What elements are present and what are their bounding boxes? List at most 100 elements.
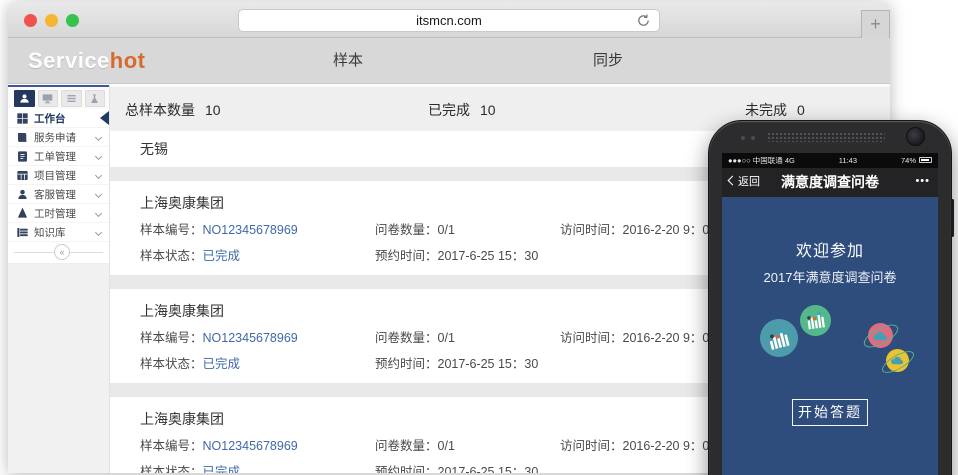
phone-screen: ●●●○○ 中国联通 4G 11:43 74% 返回 满意度调查问卷 ••• 欢…	[722, 153, 938, 475]
survey-title: 满意度调查问卷	[781, 174, 879, 190]
sidebar-item-label: 工时管理	[34, 207, 76, 220]
start-survey-button[interactable]: 开始答题	[792, 399, 868, 426]
field-label: 预约时间：	[375, 465, 438, 473]
field-value: 0/1	[437, 439, 455, 453]
sidebar-tab-flask-icon[interactable]	[84, 90, 105, 107]
field-value: 2017-6-25 15：30	[437, 249, 539, 263]
chevron-down-icon	[94, 152, 103, 161]
stat-total-samples: 总样本数量 10	[125, 87, 221, 133]
phone-speaker-grille	[767, 132, 885, 142]
sample-number-field: 样本编号：NO12345678969	[140, 327, 298, 346]
sidebar-item-work-order[interactable]: 工单管理	[8, 147, 109, 166]
battery-indicator: 74%	[901, 153, 932, 168]
field-label: 访问时间：	[560, 439, 623, 453]
stat-label: 已完成	[428, 102, 470, 118]
sidebar-active-arrow-icon	[100, 111, 109, 125]
sidebar-item-label: 工作台	[34, 112, 66, 125]
servicehot-logo: Servicehot	[28, 48, 146, 74]
field-value: 2016-2-20 9：00	[622, 439, 717, 453]
field-label: 预约时间：	[375, 249, 438, 263]
header-tab-sample[interactable]: 样本	[313, 38, 383, 84]
field-label: 样本状态：	[140, 465, 203, 473]
sidebar-item-customer-service[interactable]: 客服管理	[8, 185, 109, 204]
appointment-time-field: 预约时间：2017-6-25 15：30	[375, 461, 538, 473]
stat-value: 10	[205, 102, 221, 118]
sidebar-tab-monitor-icon[interactable]	[37, 90, 58, 107]
sidebar-icon-tabs	[8, 85, 109, 109]
field-label: 样本状态：	[140, 249, 203, 263]
status-badge[interactable]: 已完成	[203, 357, 241, 371]
carrier-signal: ●●●○○ 中国联通 4G	[728, 156, 795, 165]
close-window-button[interactable]	[24, 14, 37, 27]
chevron-down-icon	[94, 228, 103, 237]
sidebar-item-knowledge-base[interactable]: 知识库	[8, 223, 109, 242]
field-label: 样本编号：	[140, 439, 203, 453]
sidebar-item-label: 工单管理	[34, 150, 76, 163]
field-label: 样本编号：	[140, 223, 203, 237]
field-label: 预约时间：	[375, 357, 438, 371]
document-icon	[17, 150, 28, 162]
questionnaire-count-field: 问卷数量：0/1	[375, 219, 455, 238]
sidebar-collapse: «	[8, 242, 109, 264]
screenshot-stage: itsmcn.com + Servicehot 样本 同步 工作台 服务申请 工…	[0, 0, 958, 475]
refresh-icon[interactable]	[636, 13, 651, 28]
url-bar[interactable]: itsmcn.com	[238, 9, 660, 32]
sidebar-tab-person-icon[interactable]	[14, 90, 35, 107]
sample-status-field: 样本状态：已完成	[140, 245, 240, 264]
phone-sensor-dots	[741, 136, 755, 140]
sidebar-item-label: 服务申请	[34, 131, 76, 144]
battery-percent: 74%	[900, 156, 916, 165]
company-name: 上海奥康集团	[140, 411, 224, 427]
logo-text-service: Service	[28, 48, 110, 73]
sample-number-link[interactable]: NO12345678969	[203, 331, 298, 345]
status-badge[interactable]: 已完成	[203, 465, 241, 473]
new-tab-button[interactable]: +	[861, 10, 890, 39]
list-icon	[17, 227, 28, 238]
stat-label: 未完成	[745, 102, 787, 118]
field-value: 0/1	[437, 331, 455, 345]
app-header: Servicehot 样本 同步	[8, 38, 890, 84]
sidebar-item-project[interactable]: 项目管理	[8, 166, 109, 185]
field-value: 2017-6-25 15：30	[437, 357, 539, 371]
sample-number-field: 样本编号：NO12345678969	[140, 435, 298, 454]
sidebar-item-label: 客服管理	[34, 188, 76, 201]
browser-chrome: itsmcn.com +	[8, 2, 890, 39]
minimize-window-button[interactable]	[45, 14, 58, 27]
company-name: 上海奥康集团	[140, 303, 224, 319]
person-icon	[17, 189, 28, 200]
sidebar-item-workbench[interactable]: 工作台	[8, 109, 109, 128]
phone-nav-bar: 返回 满意度调查问卷 •••	[722, 168, 938, 197]
bar-chart-icon	[755, 314, 803, 362]
phone-side-button	[951, 199, 954, 237]
sample-number-link[interactable]: NO12345678969	[203, 439, 298, 453]
field-label: 访问时间：	[560, 223, 623, 237]
questionnaire-count-field: 问卷数量：0/1	[375, 327, 455, 346]
status-badge[interactable]: 已完成	[203, 249, 241, 263]
stat-label: 总样本数量	[125, 102, 195, 118]
more-menu-button[interactable]: •••	[915, 168, 930, 195]
logo-text-hot: hot	[109, 48, 146, 73]
field-value: 2016-2-20 9：00	[622, 223, 717, 237]
stat-completed: 已完成 10	[428, 87, 496, 133]
chevron-down-icon	[94, 133, 103, 142]
field-label: 访问时间：	[560, 331, 623, 345]
appointment-time-field: 预约时间：2017-6-25 15：30	[375, 353, 538, 372]
field-label: 样本编号：	[140, 331, 203, 345]
stat-value: 0	[797, 102, 805, 118]
sidebar-tab-menu-lines-icon[interactable]	[61, 90, 82, 107]
zoom-window-button[interactable]	[66, 14, 79, 27]
visit-time-field: 访问时间：2016-2-20 9：00	[560, 327, 716, 346]
header-tab-sync[interactable]: 同步	[573, 38, 643, 84]
calendar-icon	[17, 170, 28, 181]
field-value: 2016-2-20 9：00	[622, 331, 717, 345]
sidebar-item-service-request[interactable]: 服务申请	[8, 128, 109, 147]
appointment-time-field: 预约时间：2017-6-25 15：30	[375, 245, 538, 264]
field-value: 0/1	[437, 223, 455, 237]
visit-time-field: 访问时间：2016-2-20 9：00	[560, 219, 716, 238]
collapse-sidebar-button[interactable]: «	[54, 244, 70, 260]
sample-number-link[interactable]: NO12345678969	[203, 223, 298, 237]
battery-icon	[919, 157, 932, 163]
welcome-text: 欢迎参加	[795, 243, 864, 260]
sidebar-item-work-time[interactable]: 工时管理	[8, 204, 109, 223]
field-label: 样本状态：	[140, 357, 203, 371]
